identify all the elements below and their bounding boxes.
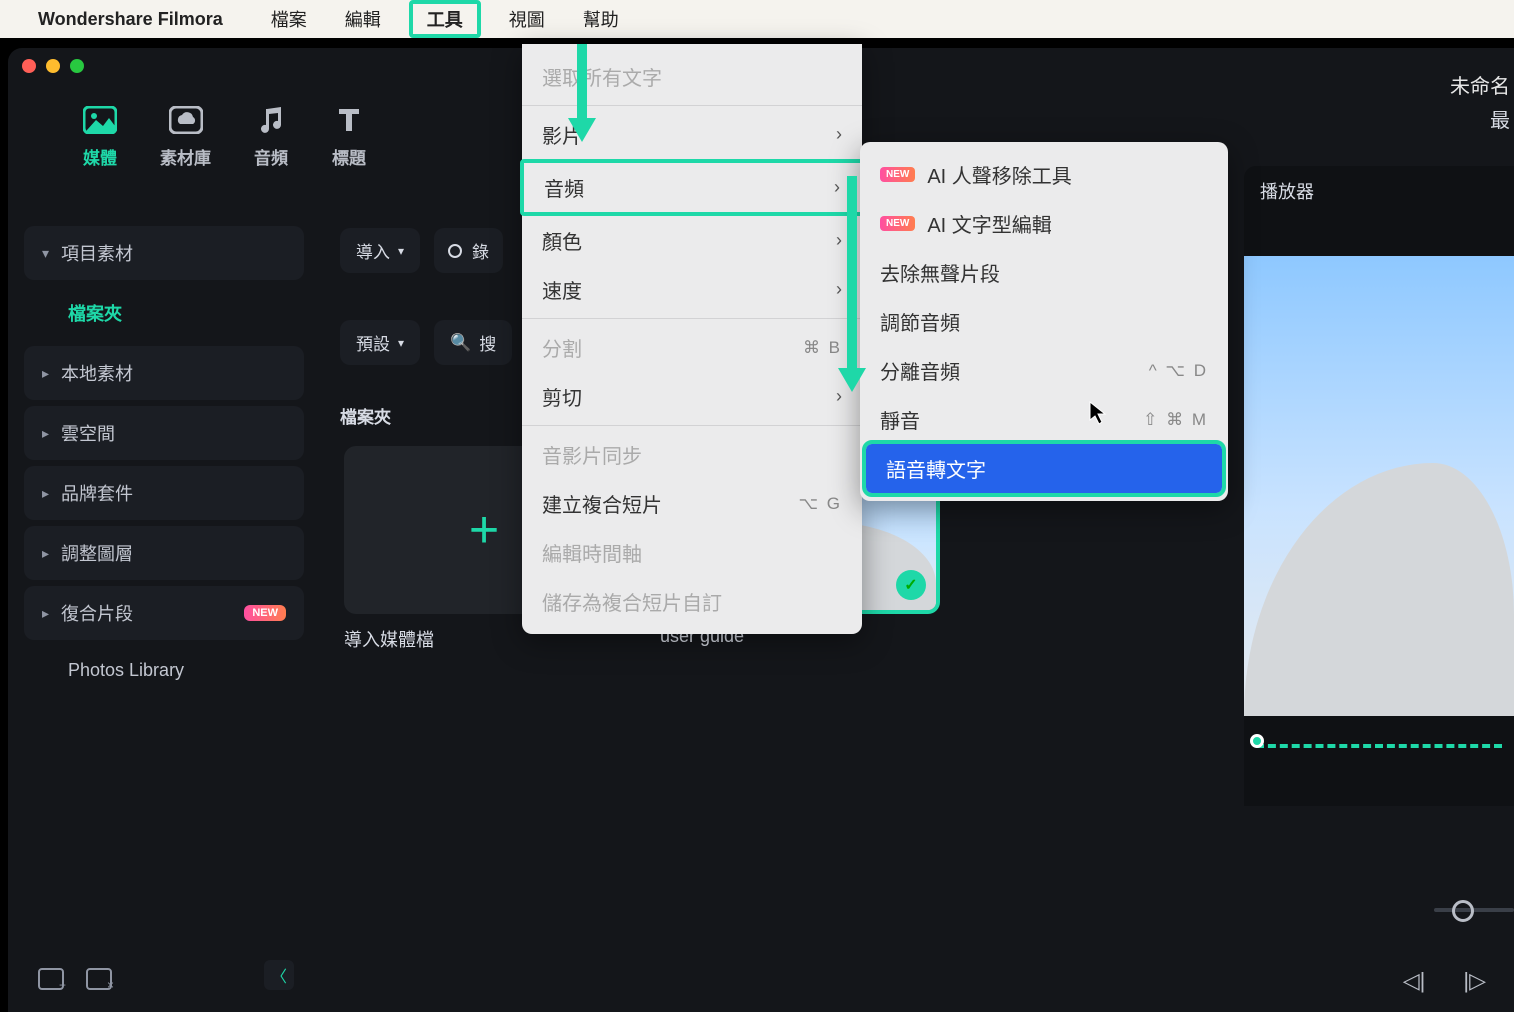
- scrubber-head[interactable]: [1250, 734, 1264, 748]
- mac-menubar: Wondershare Filmora 檔案 編輯 工具 視圖 幫助: [0, 0, 1514, 38]
- zoom-slider-knob[interactable]: [1452, 900, 1474, 922]
- menu-file[interactable]: 檔案: [261, 2, 317, 36]
- menu-separator: [522, 318, 862, 319]
- chevron-right-icon: ▸: [42, 545, 49, 562]
- dd-save-compound: 儲存為複合短片自訂: [522, 577, 862, 626]
- sidebar-item-brand[interactable]: ▸品牌套件: [24, 466, 304, 520]
- maximize-window-icon[interactable]: [70, 59, 84, 73]
- chevron-down-icon: ▾: [398, 336, 404, 350]
- dd-av-sync: 音影片同步: [522, 430, 862, 479]
- chevron-right-icon: ▸: [42, 365, 49, 382]
- menu-edit[interactable]: 編輯: [335, 2, 391, 36]
- record-button[interactable]: 錄: [434, 228, 503, 273]
- tab-media[interactable]: 媒體: [82, 102, 118, 169]
- sm-ai-text-editor[interactable]: NEWAI 文字型編輯: [860, 199, 1228, 248]
- chevron-down-icon: ▾: [42, 245, 49, 262]
- sidebar-item-adjust[interactable]: ▸調整圖層: [24, 526, 304, 580]
- tab-audio[interactable]: 音頻: [253, 102, 289, 169]
- cloud-icon: [168, 102, 204, 138]
- sort-controls: 預設▾ 🔍搜: [340, 320, 512, 365]
- tab-label: 媒體: [83, 144, 117, 169]
- chevron-right-icon: ▸: [42, 485, 49, 502]
- new-folder-icon[interactable]: +: [38, 968, 64, 990]
- record-icon: [448, 244, 462, 258]
- dd-trim[interactable]: 剪切›: [522, 372, 862, 421]
- sidebar-item-folder[interactable]: 檔案夾: [24, 286, 304, 340]
- sm-adjust-audio[interactable]: 調節音頻: [860, 297, 1228, 346]
- sidebar-item-cloud[interactable]: ▸雲空間: [24, 406, 304, 460]
- prev-frame-button[interactable]: ◁|: [1403, 968, 1426, 994]
- preview-controls: ◁| |▷: [1403, 968, 1486, 994]
- check-icon: ✓: [896, 570, 926, 600]
- import-controls: 導入▾ 錄: [340, 228, 503, 273]
- sm-mute[interactable]: 靜音⇧ ⌘ M: [860, 395, 1228, 444]
- sidebar: ▾項目素材 檔案夾 ▸本地素材 ▸雲空間 ▸品牌套件 ▸調整圖層 ▸復合片段NE…: [24, 226, 304, 695]
- bottom-corner-buttons: + ×: [38, 968, 112, 990]
- sidebar-item-local[interactable]: ▸本地素材: [24, 346, 304, 400]
- next-frame-button[interactable]: |▷: [1463, 968, 1486, 994]
- preview-scrubber[interactable]: [1256, 744, 1502, 750]
- chevron-down-icon: ▾: [398, 244, 404, 258]
- dd-create-compound[interactable]: 建立複合短片⌥ G: [522, 479, 862, 528]
- tab-label: 素材庫: [160, 144, 211, 169]
- sidebar-item-project-media[interactable]: ▾項目素材: [24, 226, 304, 280]
- menu-help[interactable]: 幫助: [573, 2, 629, 36]
- minimize-window-icon[interactable]: [46, 59, 60, 73]
- tab-label: 音頻: [254, 144, 288, 169]
- import-button[interactable]: 導入▾: [340, 228, 420, 273]
- sm-detach-audio[interactable]: 分離音頻^ ⌥ D: [860, 346, 1228, 395]
- new-badge: NEW: [244, 605, 286, 621]
- image-icon: [82, 102, 118, 138]
- sm-ai-vocal-remover[interactable]: NEWAI 人聲移除工具: [860, 150, 1228, 199]
- chevron-right-icon: ▸: [42, 605, 49, 622]
- audio-submenu: NEWAI 人聲移除工具 NEWAI 文字型編輯 去除無聲片段 調節音頻 分離音…: [860, 142, 1228, 501]
- dd-edit-timeline: 編輯時間軸: [522, 528, 862, 577]
- search-input[interactable]: 🔍搜: [434, 320, 512, 365]
- new-badge: NEW: [880, 216, 915, 231]
- dd-color[interactable]: 顏色›: [522, 216, 862, 265]
- section-header: 檔案夾: [340, 403, 391, 428]
- preview-viewport[interactable]: [1244, 256, 1514, 716]
- sort-dropdown[interactable]: 預設▾: [340, 320, 420, 365]
- plus-icon: +: [469, 500, 499, 560]
- music-icon: [253, 102, 289, 138]
- preview-extra-label[interactable]: 最: [1490, 104, 1510, 133]
- sm-remove-silence[interactable]: 去除無聲片段: [860, 248, 1228, 297]
- annotation-arrow-down: [562, 44, 602, 144]
- tab-stock[interactable]: 素材庫: [160, 102, 211, 169]
- chevron-right-icon: ›: [836, 124, 842, 145]
- app-name: Wondershare Filmora: [38, 9, 223, 30]
- close-window-icon[interactable]: [22, 59, 36, 73]
- chevron-right-icon: ▸: [42, 425, 49, 442]
- zoom-slider-track[interactable]: [1434, 908, 1514, 912]
- dd-audio[interactable]: 音頻›: [520, 159, 864, 216]
- dd-split: 分割⌘ B: [522, 323, 862, 372]
- annotation-arrow-right: [832, 176, 872, 396]
- document-title: 未命名: [1450, 70, 1510, 99]
- tab-titles[interactable]: 標題: [331, 102, 367, 169]
- collapse-sidebar-button[interactable]: 〈: [264, 960, 294, 990]
- delete-folder-icon[interactable]: ×: [86, 968, 112, 990]
- new-badge: NEW: [880, 167, 915, 182]
- sidebar-item-compound[interactable]: ▸復合片段NEW: [24, 586, 304, 640]
- menu-separator: [522, 425, 862, 426]
- sidebar-item-photos-library[interactable]: Photos Library: [24, 646, 304, 695]
- preview-tab[interactable]: 播放器: [1244, 166, 1514, 216]
- dd-speed[interactable]: 速度›: [522, 265, 862, 314]
- sm-speech-to-text[interactable]: 語音轉文字: [866, 444, 1222, 493]
- menu-view[interactable]: 視圖: [499, 2, 555, 36]
- text-icon: [331, 102, 367, 138]
- preview-panel: 播放器: [1244, 166, 1514, 806]
- menu-tools[interactable]: 工具: [409, 0, 481, 38]
- tab-label: 標題: [332, 144, 366, 169]
- search-icon: 🔍: [450, 333, 471, 353]
